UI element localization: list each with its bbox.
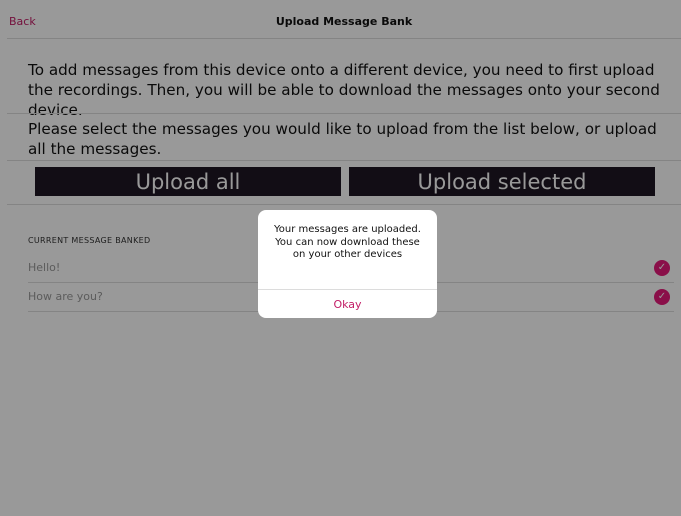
okay-button[interactable]: Okay [258,290,437,318]
alert-dialog: Your messages are uploaded. You can now … [258,210,437,318]
dialog-message: Your messages are uploaded. You can now … [274,224,421,260]
